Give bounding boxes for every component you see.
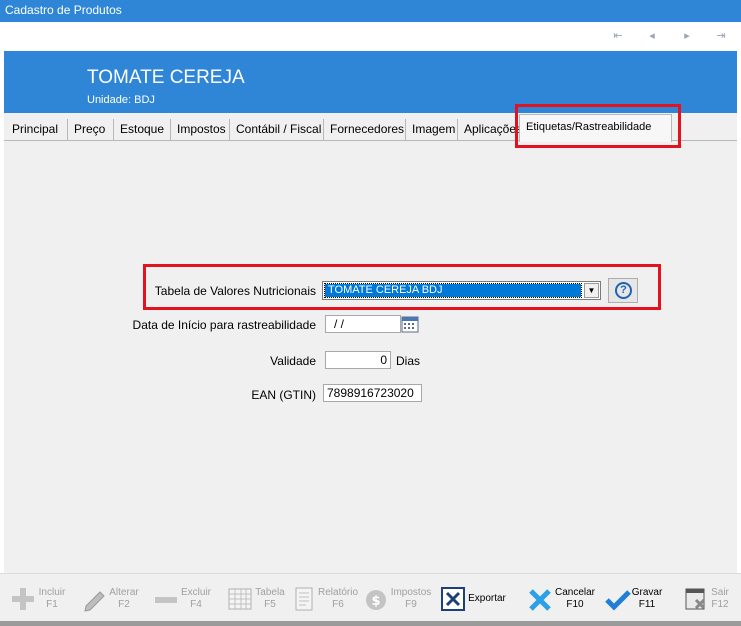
sair-button[interactable]: Sair F12 (684, 584, 732, 618)
calendar-icon[interactable] (401, 315, 419, 333)
tab-estoque[interactable]: Estoque (114, 119, 171, 141)
validity-unit: Dias (396, 354, 421, 368)
sair-key: F12 (711, 599, 729, 610)
tab-etiquetas-rastreabilidade[interactable]: Etiquetas/Rastreabilidade (519, 114, 672, 142)
tabela-label: Tabela (255, 587, 285, 598)
gravar-key: F11 (638, 599, 656, 610)
svg-text:$: $ (371, 594, 380, 609)
first-record-icon[interactable]: ⇤ (608, 26, 628, 46)
window-titlebar: Cadastro de Produtos (0, 0, 741, 22)
exportar-button[interactable]: Exportar (441, 584, 507, 618)
gravar-label: Gravar (631, 587, 663, 598)
tabela-button[interactable]: Tabela F5 (228, 584, 288, 618)
unit-label: Unidade: (87, 94, 132, 106)
window-title: Cadastro de Produtos (5, 3, 122, 17)
ean-label: EAN (GTIN) (251, 388, 316, 402)
pencil-icon (84, 591, 105, 612)
previous-record-icon[interactable]: ◂ (642, 26, 662, 46)
start-date-field[interactable]: / / (325, 315, 401, 333)
plus-icon (12, 588, 34, 610)
gravar-button[interactable]: Gravar F11 (605, 584, 665, 618)
incluir-label: Incluir (38, 587, 66, 598)
validity-field[interactable]: 0 (325, 351, 391, 369)
tab-aplicacoes[interactable]: Aplicações (458, 119, 520, 141)
tab-principal[interactable]: Principal (6, 119, 68, 141)
tab-contabil-fiscal[interactable]: Contábil / Fiscal (230, 119, 324, 141)
bottom-toolbar: Incluir F1 Alterar F2 Excluir F4 Tabela F5 R… (0, 573, 741, 626)
validity-label: Validade (270, 354, 316, 368)
sair-label: Sair (711, 587, 729, 598)
alterar-label: Alterar (109, 587, 139, 598)
excluir-key: F4 (190, 599, 202, 610)
report-icon (295, 587, 313, 611)
impostos-button[interactable]: $ Impostos F9 (364, 584, 434, 618)
relatorio-key: F6 (332, 599, 344, 610)
tab-impostos[interactable]: Impostos (171, 119, 230, 141)
export-icon (441, 587, 465, 611)
relatorio-label: Relatório (318, 587, 359, 598)
unit-value: BDJ (134, 94, 155, 106)
relatorio-button[interactable]: Relatório F6 (292, 584, 358, 618)
tab-strip: Principal Preço Estoque Impostos Contábi… (4, 113, 737, 142)
product-unit: Unidade: BDJ (87, 94, 155, 106)
incluir-key: F1 (46, 599, 58, 610)
checkmark-icon (605, 590, 631, 611)
tab-imagem[interactable]: Imagem (406, 119, 458, 141)
dollar-icon: $ (366, 590, 386, 610)
minus-icon (155, 597, 177, 603)
ean-field[interactable]: 7898916723020 (323, 384, 422, 402)
excluir-button[interactable]: Excluir F4 (153, 584, 213, 618)
taskbar-strip (0, 621, 741, 626)
alterar-key: F2 (118, 599, 130, 610)
cancelar-label: Cancelar (554, 587, 596, 598)
next-record-icon[interactable]: ▸ (677, 26, 697, 46)
nutrition-highlight-box (143, 264, 661, 310)
exportar-label: Exportar (468, 593, 506, 604)
alterar-button[interactable]: Alterar F2 (82, 584, 142, 618)
tabela-key: F5 (264, 599, 276, 610)
tab-fornecedores[interactable]: Fornecedores (324, 119, 406, 141)
tab-preco[interactable]: Preço (68, 119, 114, 141)
excluir-label: Excluir (180, 587, 211, 598)
start-date-label: Data de Início para rastreabilidade (132, 318, 316, 332)
cancel-icon (529, 589, 551, 611)
last-record-icon[interactable]: ⇥ (711, 26, 731, 46)
table-icon (228, 588, 252, 610)
impostos-key: F9 (405, 599, 417, 610)
cancelar-key: F10 (566, 599, 584, 610)
exit-icon (685, 588, 706, 610)
impostos-label: Impostos (390, 587, 432, 598)
incluir-button[interactable]: Incluir F1 (10, 584, 70, 618)
cancelar-button[interactable]: Cancelar F10 (528, 584, 596, 618)
product-name: TOMATE CEREJA (87, 67, 245, 88)
record-navigation: ⇤ ◂ ▸ ⇥ (0, 22, 741, 50)
